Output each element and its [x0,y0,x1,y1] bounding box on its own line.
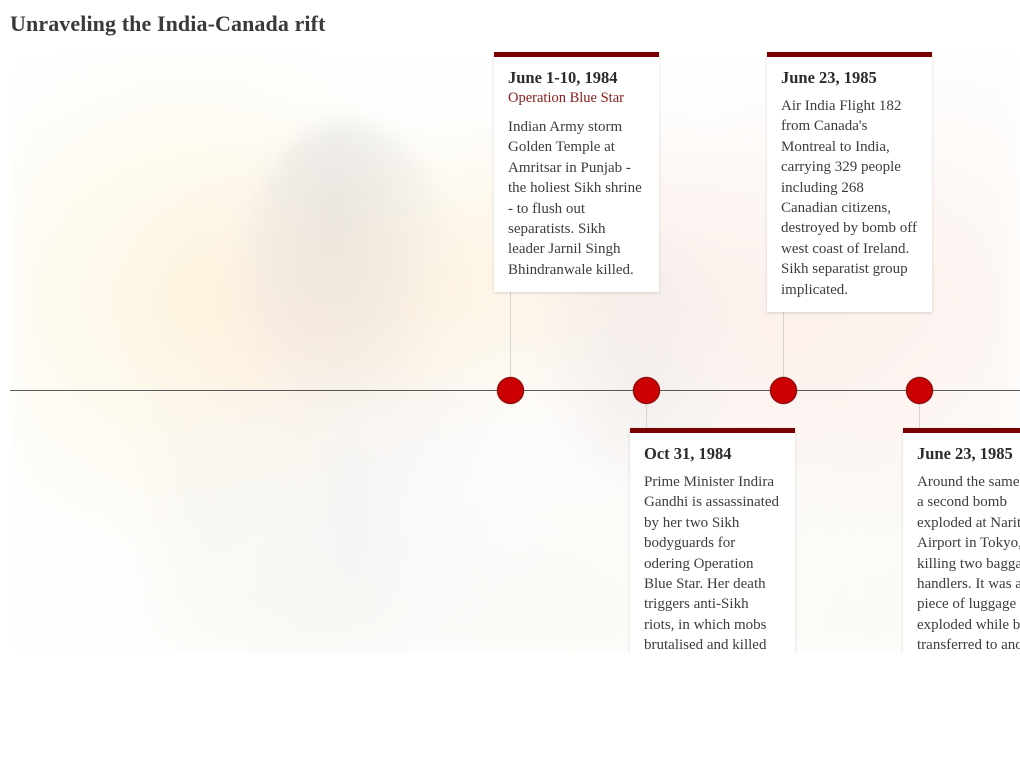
timeline-dot-2[interactable] [769,376,797,404]
page-title: Unraveling the India-Canada rift [10,11,326,36]
timeline-card-subtitle: Operation Blue Star [508,90,624,106]
timeline-dot-1[interactable] [632,376,660,404]
timeline-dot-0[interactable] [496,376,524,404]
timeline-card-3[interactable]: June 23, 1985 Around the same time a sec… [903,428,1020,653]
timeline-card-body: Indian Army storm Golden Temple at Amrit… [508,119,642,278]
timeline-card-date: June 23, 1985 [781,68,877,87]
timeline-card-date: June 1-10, 1984 [508,68,618,87]
timeline-card-date: Oct 31, 1984 [644,444,732,463]
timeline-card-1[interactable]: Oct 31, 1984 Prime Minister Indira Gandh… [630,428,795,653]
timeline-card-body: Around the same time a second bomb explo… [917,474,1020,653]
infographic-page: Unraveling the India-Canada rift June 1-… [0,0,1020,770]
timeline-card-0[interactable]: June 1-10, 1984 Operation Blue Star Indi… [494,52,659,293]
timeline-card-2[interactable]: June 23, 1985 Air India Flight 182 from … [767,52,932,313]
timeline-dot-3[interactable] [905,376,933,404]
timeline-container: June 1-10, 1984 Operation Blue Star Indi… [10,52,1020,653]
timeline-card-date: June 23, 1985 [917,444,1013,463]
timeline-card-body: Air India Flight 182 from Canada's Montr… [781,98,917,298]
timeline-card-body: Prime Minister Indira Gandhi is assassin… [644,474,779,653]
